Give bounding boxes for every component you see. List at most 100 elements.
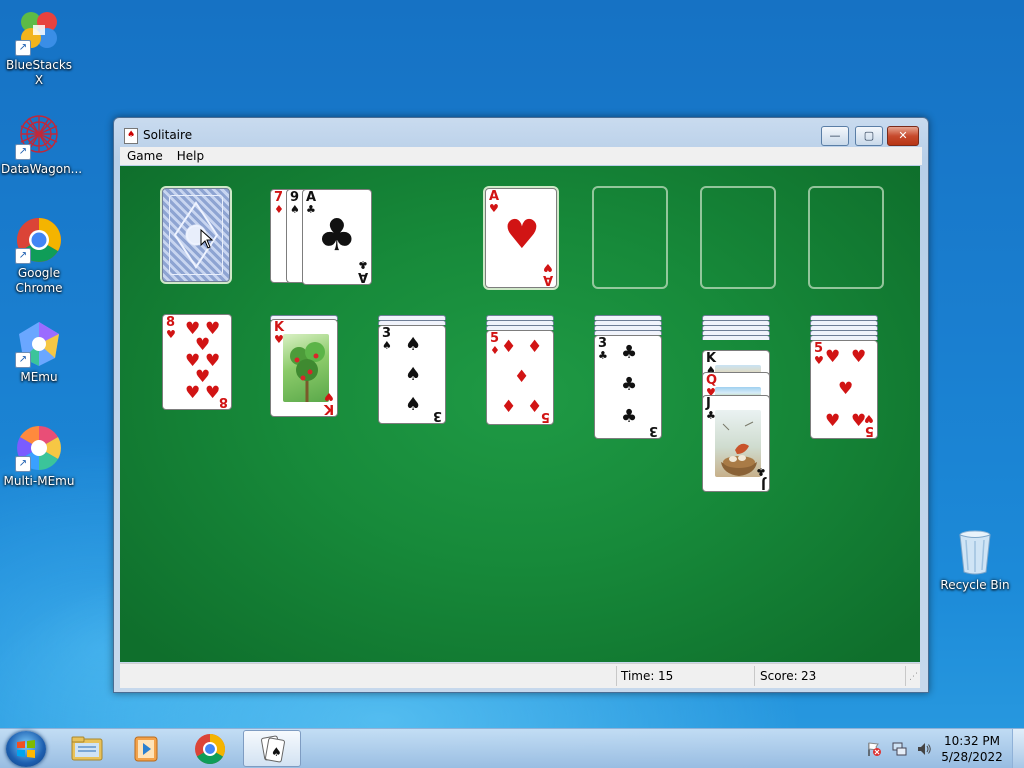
tableau-3-card[interactable]: 3 ♠ ♠ ♠ ♠ 3	[378, 325, 446, 424]
desktop-icon-multi-memu[interactable]: ↗ Multi-MEmu	[1, 424, 77, 489]
clock-date: 5/28/2022	[941, 750, 1003, 764]
taskbar: ♠ 10:32 PM 5/28/2022	[0, 728, 1024, 768]
tableau-1-card[interactable]: 8 ♥ ♥ ♥ ♥ ♥ ♥ ♥ ♥ ♥ 8	[162, 314, 232, 410]
windows-explorer-icon	[71, 736, 103, 761]
foundation-1[interactable]: A ♥ ♥ A ♥	[485, 188, 557, 288]
shortcut-arrow-icon: ↗	[15, 352, 31, 368]
card-pip: ♥	[825, 411, 841, 431]
minimize-button[interactable]: —	[821, 126, 849, 146]
waste-top-card[interactable]: A ♣ ♣ A ♣	[302, 189, 372, 285]
foundation-2[interactable]	[592, 186, 668, 289]
card-pip: ♠	[405, 364, 422, 385]
card-rank: 8	[218, 394, 228, 409]
card-rank: K	[323, 401, 334, 416]
close-button[interactable]: ✕	[887, 126, 919, 146]
show-desktop-button[interactable]	[1012, 729, 1024, 768]
card-pip: ♥	[825, 347, 841, 367]
card-suit: ♣	[756, 465, 766, 478]
svg-text:♠: ♠	[271, 745, 282, 759]
card-suit: ♣	[306, 203, 316, 216]
desktop-icon-datawagon[interactable]: ↗ DataWagon...	[1, 112, 82, 177]
volume-icon[interactable]	[916, 741, 932, 757]
start-button[interactable]	[6, 731, 46, 767]
card-center-pip: ♣	[317, 210, 357, 261]
score-label: Score:	[760, 669, 798, 683]
card-suit: ♥	[814, 354, 824, 367]
card-pip: ♥	[838, 379, 854, 399]
chrome-icon: ↗	[15, 216, 63, 264]
recycle-bin-icon	[951, 528, 999, 576]
card-pip: ♠	[405, 334, 422, 355]
tableau-5-card[interactable]: 3 ♣ ♣ ♣ ♣ 3	[594, 335, 662, 439]
bluestacks-icon: ↗	[15, 8, 63, 56]
time-value: 15	[658, 669, 674, 683]
menu-help[interactable]: Help	[170, 147, 211, 163]
tableau-2-card[interactable]: K ♥ K ♥	[270, 319, 338, 417]
desktop-icon-recycle-bin[interactable]: Recycle Bin	[937, 528, 1013, 593]
shortcut-arrow-icon: ↗	[15, 456, 31, 472]
windows-logo-icon	[17, 740, 35, 758]
solitaire-window: ♠ Solitaire — ▢ ✕ Game Help 7 ♦ 9 ♠ A ♣ …	[113, 117, 929, 693]
jack-portrait	[715, 410, 761, 477]
card-suit: ♥	[166, 328, 176, 341]
stock-pile[interactable]	[162, 188, 230, 282]
menu-game[interactable]: Game	[120, 147, 170, 163]
menu-bar: Game Help	[120, 147, 922, 165]
card-pip: ♦	[501, 397, 517, 417]
foundation-4[interactable]	[808, 186, 884, 289]
taskbar-solitaire[interactable]: ♠	[243, 730, 301, 767]
card-suit: ♥	[324, 390, 334, 403]
desktop-icon-chrome[interactable]: ↗ Google Chrome	[1, 216, 77, 296]
card-suit: ♣	[358, 258, 368, 271]
action-center-flag-icon[interactable]	[866, 741, 882, 757]
desktop-icon-label: BlueStacks X	[5, 58, 73, 87]
card-suit: ♠	[382, 339, 392, 352]
solitaire-app-icon: ♠	[124, 128, 138, 144]
card-suit: ♦	[490, 344, 500, 357]
media-player-icon	[134, 736, 158, 762]
card-pip: ♥	[851, 347, 867, 367]
memu-icon: ↗	[15, 320, 63, 368]
taskbar-explorer[interactable]	[58, 730, 116, 767]
network-icon[interactable]	[891, 741, 907, 757]
score-value: 23	[801, 669, 817, 683]
clock[interactable]: 10:32 PM 5/28/2022	[936, 733, 1008, 765]
card-pip: ♥	[185, 383, 201, 403]
taskbar-chrome[interactable]	[181, 730, 239, 767]
maximize-button[interactable]: ▢	[855, 126, 883, 146]
card-rank: 5	[540, 409, 550, 424]
foundation-3[interactable]	[700, 186, 776, 289]
card-rank: 3	[432, 408, 442, 423]
tableau-4-card[interactable]: 5 ♦ ♦ ♦ ♦ ♦ ♦ 5	[486, 330, 554, 425]
chrome-icon	[195, 734, 226, 765]
desktop-icon-label: Recycle Bin	[940, 578, 1010, 592]
card-suit: ♥	[489, 202, 499, 215]
tableau-6-card[interactable]: J ♣ J ♣	[702, 395, 770, 492]
desktop-icon-memu[interactable]: ↗ MEmu	[1, 320, 77, 385]
solitaire-icon: ♠	[261, 735, 285, 763]
card-pip: ♦	[501, 337, 517, 357]
card-pip: ♣	[621, 374, 638, 395]
clock-time: 10:32 PM	[944, 734, 1000, 748]
card-suit: ♥	[543, 261, 553, 274]
taskbar-media-player[interactable]	[118, 730, 176, 767]
desktop-icon-label: Google Chrome	[15, 266, 63, 295]
card-rank: A	[357, 269, 368, 284]
card-pip: ♠	[405, 394, 422, 415]
resize-grip-icon[interactable]: ⋰	[909, 672, 918, 682]
status-bar: Time: 15 Score: 23 ⋰	[120, 663, 920, 688]
face-down-card	[702, 335, 770, 340]
card-pip: ♣	[621, 406, 638, 427]
card-suit: ♣	[706, 409, 716, 422]
tableau-7-card[interactable]: 5 ♥ ♥ ♥ ♥ ♥ ♥ 5 ♥	[810, 340, 878, 439]
window-titlebar[interactable]: ♠ Solitaire — ▢ ✕	[114, 118, 928, 148]
mouse-cursor-icon	[200, 229, 214, 249]
card-pip: ♦	[527, 337, 543, 357]
datawagon-icon: ↗	[15, 112, 63, 160]
desktop-icon-bluestacks[interactable]: ↗ BlueStacks X	[1, 8, 77, 88]
card-rank: J	[761, 476, 766, 491]
desktop-icon-label: MEmu	[20, 370, 58, 384]
card-rank: 3	[648, 423, 658, 438]
king-portrait	[283, 334, 329, 402]
card-pip: ♥	[205, 383, 221, 403]
